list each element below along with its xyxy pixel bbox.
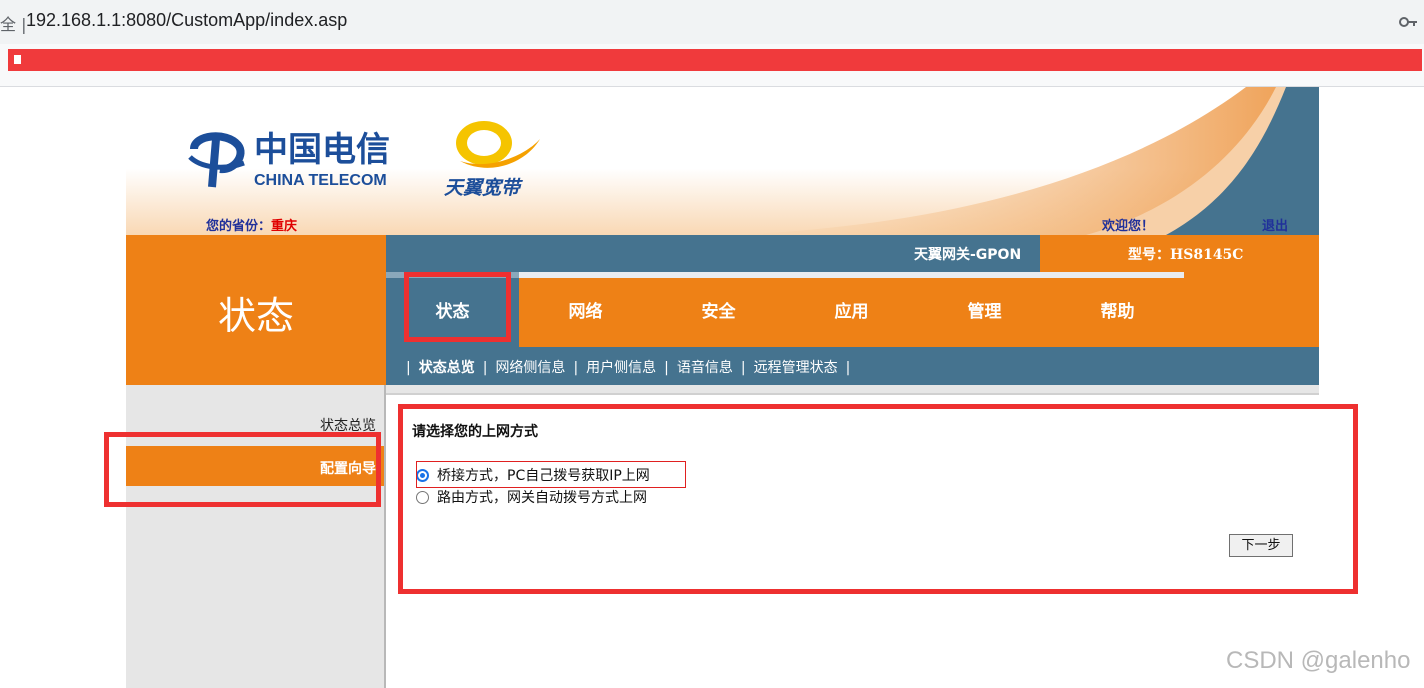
url-text[interactable]: 192.168.1.1:8080/CustomApp/index.asp — [26, 10, 347, 31]
tab-label: 网络 — [568, 302, 603, 322]
tab-label: 应用 — [834, 302, 869, 322]
subnav-separator: | — [406, 360, 411, 376]
redaction-mark — [14, 55, 21, 64]
tab-label: 管理 — [967, 302, 1002, 322]
redaction-bar — [8, 49, 1422, 71]
svg-text:CHINA TELECOM: CHINA TELECOM — [254, 172, 387, 189]
subnav-bar: | 状态总览 | 网络侧信息 | 用户侧信息 | 语音信息 | 远程管理状态 | — [386, 347, 1319, 385]
province-label: 您的省份：重庆 — [206, 215, 297, 234]
subnav-separator: | — [664, 360, 669, 376]
tab-top-edge — [1051, 272, 1184, 278]
left-menu: 状态总览 配置向导 — [126, 385, 384, 688]
logout-link[interactable]: 退出 — [1262, 215, 1288, 234]
tab-top-edge — [785, 272, 918, 278]
watermark: CSDN @galenho — [1226, 647, 1411, 674]
tab-network[interactable]: 网络 — [519, 272, 652, 347]
tab-top-edge — [652, 272, 785, 278]
section-title: 状态 — [217, 294, 294, 338]
gateway-info-bar: 天翼网关-GPON 型号：HS8145C — [386, 235, 1319, 272]
subnav-separator: | — [482, 360, 488, 376]
subnav-separator: | — [573, 360, 579, 376]
welcome-text: 欢迎您！ — [1102, 219, 1155, 234]
svg-text:中国电信: 中国电信 — [254, 130, 390, 170]
subnav-separator: | — [740, 360, 746, 376]
tab-label: 安全 — [701, 302, 736, 322]
header-banner: 中国电信 CHINA TELECOM 天翼宽带 您的省份：重庆 欢迎您！ 退出 — [126, 87, 1319, 235]
china-telecom-logo: 中国电信 CHINA TELECOM — [188, 130, 390, 189]
subnav-item-remote-status[interactable]: 远程管理状态 — [754, 360, 838, 376]
tab-label: 帮助 — [1100, 302, 1135, 322]
tianyi-broadband-text: 天翼宽带 — [444, 177, 521, 199]
site-info-glyph[interactable]: 全 | — [0, 11, 26, 35]
router-admin-page: 中国电信 CHINA TELECOM 天翼宽带 您的省份：重庆 欢迎您！ 退出 … — [126, 87, 1319, 688]
section-title-box: 状态 — [126, 235, 386, 385]
tab-management[interactable]: 管理 — [918, 272, 1051, 347]
subnav-item-network-info[interactable]: 网络侧信息 — [495, 360, 565, 376]
browser-address-bar[interactable]: 全 | 192.168.1.1:8080/CustomApp/index.asp — [0, 0, 1424, 44]
model-number: 型号：HS8145C — [1128, 247, 1244, 263]
province-value: 重庆 — [271, 219, 298, 234]
content-top-shadow — [386, 393, 1319, 395]
nav-filler — [1184, 272, 1319, 347]
province-label-text: 您的省份： — [206, 219, 272, 234]
model-box: 型号：HS8145C — [1040, 235, 1319, 272]
annotation-box-option — [416, 461, 686, 488]
gateway-name: 天翼网关-GPON — [914, 247, 1022, 263]
annotation-box-menu — [104, 432, 381, 507]
annotation-box-content — [398, 404, 1358, 594]
subnav-item-voice-info[interactable]: 语音信息 — [677, 360, 733, 376]
tab-help[interactable]: 帮助 — [1051, 272, 1184, 347]
subnav: | 状态总览 | 网络侧信息 | 用户侧信息 | 语音信息 | 远程管理状态 | — [398, 357, 858, 377]
tab-top-edge — [918, 272, 1051, 278]
tab-security[interactable]: 安全 — [652, 272, 785, 347]
subnav-item-overview[interactable]: 状态总览 — [419, 360, 475, 376]
tab-application[interactable]: 应用 — [785, 272, 918, 347]
tab-top-edge — [519, 272, 652, 278]
menu-divider — [384, 385, 386, 688]
subnav-separator: | — [845, 360, 851, 376]
key-icon[interactable] — [1398, 12, 1418, 32]
subnav-item-user-info[interactable]: 用户侧信息 — [586, 360, 656, 376]
annotation-box-tab — [404, 272, 511, 342]
main-nav: 状态 网络 安全 应用 管理 帮助 — [386, 272, 1319, 347]
